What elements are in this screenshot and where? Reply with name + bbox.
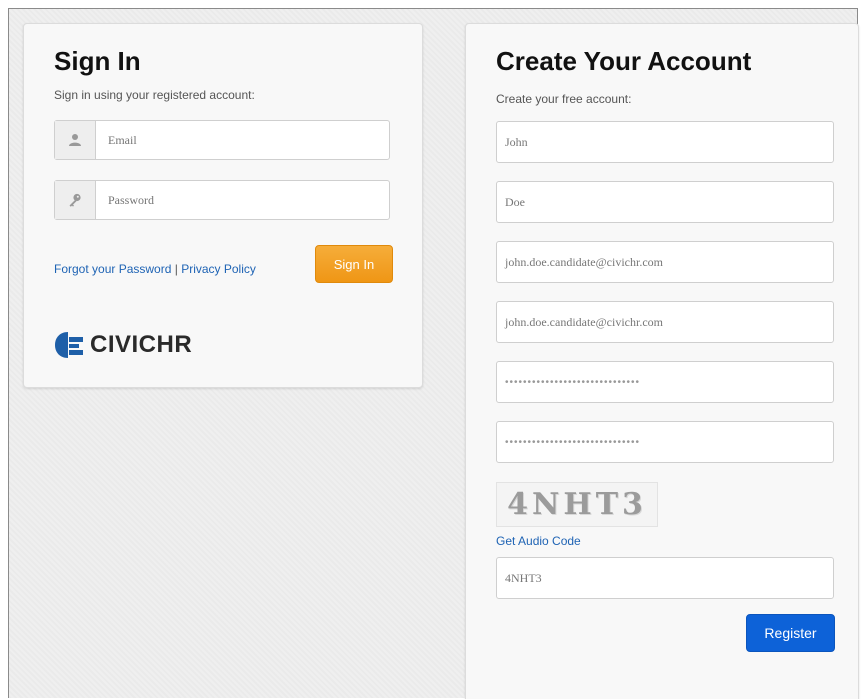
link-separator: | xyxy=(171,262,182,276)
sign-in-title: Sign In xyxy=(54,46,141,76)
civichr-logo-mark-icon xyxy=(54,331,84,359)
password-input[interactable] xyxy=(96,181,389,219)
sign-in-button[interactable]: Sign In xyxy=(315,245,393,283)
last-name-field[interactable]: Doe xyxy=(496,181,834,223)
create-account-title: Create Your Account xyxy=(496,46,752,76)
civichr-logo-text: CIVICHR xyxy=(90,331,193,358)
user-icon xyxy=(55,121,96,159)
email-input-group xyxy=(54,120,390,160)
create-account-panel: Create Your Account Create your free acc… xyxy=(465,23,859,699)
sign-in-links: Forgot your Password | Privacy Policy xyxy=(54,262,256,276)
page-frame: Sign In Sign in using your registered ac… xyxy=(8,8,859,699)
key-icon xyxy=(55,181,96,219)
civichr-logo: CIVICHR xyxy=(54,331,192,359)
confirm-password-field[interactable]: •••••••••••••••••••••••••••••• xyxy=(496,421,834,463)
forgot-password-link[interactable]: Forgot your Password xyxy=(54,262,171,276)
sign-in-panel: Sign In Sign in using your registered ac… xyxy=(23,23,423,388)
password-field[interactable]: •••••••••••••••••••••••••••••• xyxy=(496,361,834,403)
register-button[interactable]: Register xyxy=(746,614,835,652)
captcha-text: 4NHT3 xyxy=(507,487,647,522)
sign-in-subtitle: Sign in using your registered account: xyxy=(54,88,255,102)
first-name-field[interactable]: John xyxy=(496,121,834,163)
privacy-policy-link[interactable]: Privacy Policy xyxy=(181,262,256,276)
get-audio-code-link[interactable]: Get Audio Code xyxy=(496,534,581,548)
captcha-image: 4NHT3 xyxy=(496,482,658,527)
captcha-input[interactable]: 4NHT3 xyxy=(496,557,834,599)
email-field[interactable]: john.doe.candidate@civichr.com xyxy=(496,241,834,283)
password-input-group xyxy=(54,180,390,220)
create-account-subtitle: Create your free account: xyxy=(496,92,632,106)
confirm-email-field[interactable]: john.doe.candidate@civichr.com xyxy=(496,301,834,343)
email-input[interactable] xyxy=(96,121,389,159)
